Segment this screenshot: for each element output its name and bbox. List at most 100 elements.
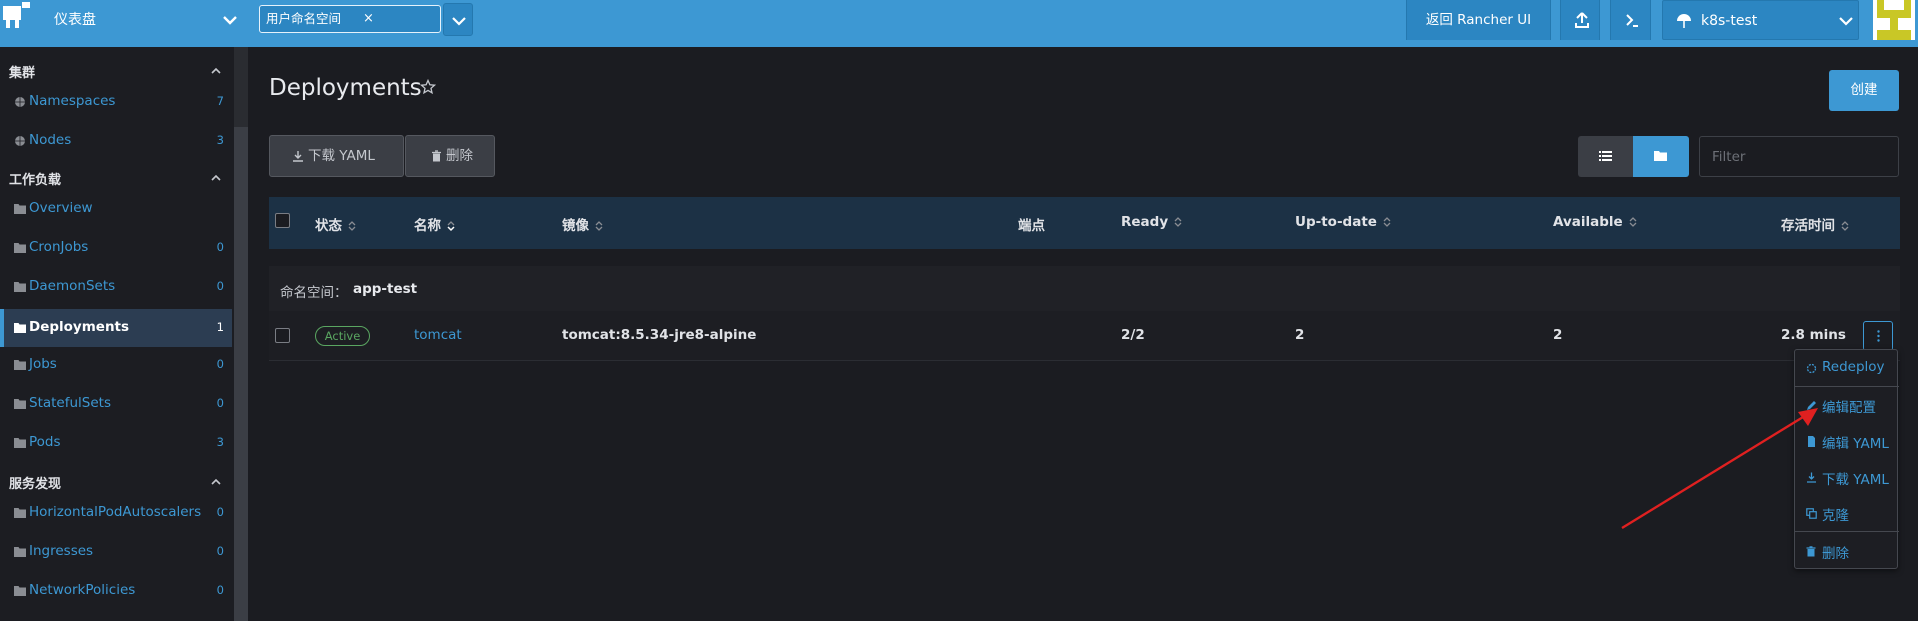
globe-icon: [15, 136, 25, 146]
sort-icon: [1629, 217, 1637, 227]
folder-icon: [14, 204, 26, 214]
sidebar-item-label: Namespaces: [29, 93, 116, 109]
up-to-date-cell: 2: [1295, 327, 1305, 343]
sidebar-item-deployments[interactable]: Deployments 1: [0, 309, 232, 347]
sidebar-item-overview[interactable]: Overview: [0, 190, 232, 228]
column-header-state[interactable]: 状态: [315, 214, 356, 234]
sidebar-item-label: Ingresses: [29, 543, 94, 559]
column-header-available[interactable]: Available: [1553, 214, 1637, 230]
trash-icon: [1806, 546, 1816, 557]
row-checkbox[interactable]: [275, 328, 290, 343]
group-by-namespace-button[interactable]: [1633, 136, 1689, 177]
available-cell: 2: [1553, 327, 1563, 343]
menu-item-label: 删除: [1822, 546, 1849, 562]
cluster-icon: [1677, 14, 1691, 28]
column-header-age[interactable]: 存活时间: [1781, 214, 1849, 234]
download-icon: [293, 151, 303, 162]
flat-list-view-button[interactable]: [1578, 136, 1633, 177]
sort-icon: [1383, 217, 1391, 227]
select-all-checkbox[interactable]: [275, 213, 290, 228]
sidebar-item-ingresses[interactable]: Ingresses 0: [0, 533, 232, 571]
namespace-tag: 用户命名空间: [266, 11, 342, 26]
menu-item-label: 编辑配置: [1822, 400, 1876, 416]
menu-separator: [1795, 386, 1899, 387]
delete-button[interactable]: 删除: [405, 135, 495, 177]
kubectl-shell-button[interactable]: [1610, 0, 1651, 40]
sort-icon: [348, 221, 356, 231]
namespace-filter[interactable]: 用户命名空间 ×: [259, 5, 441, 33]
folder-icon: [14, 243, 26, 253]
sidebar-item-networkpolicies[interactable]: NetworkPolicies 0: [0, 572, 232, 610]
sidebar-item-count: 0: [216, 583, 224, 597]
rancher-logo-icon[interactable]: [0, 0, 34, 47]
folder-icon: [14, 399, 26, 409]
row-actions-button[interactable]: [1863, 321, 1893, 351]
menu-item-label: 下载 YAML: [1822, 472, 1889, 488]
sidebar-item-label: StatefulSets: [29, 395, 111, 411]
folder-icon: [14, 360, 26, 370]
dashboard-title[interactable]: 仪表盘: [54, 0, 96, 40]
folder-icon: [14, 547, 26, 557]
download-yaml-button[interactable]: 下载 YAML: [269, 135, 404, 177]
folder-icon: [1654, 151, 1667, 161]
sidebar-item-count: 3: [216, 133, 224, 147]
column-header-label: 状态: [315, 218, 342, 234]
table-header: 状态 名称 镜像 端点 Ready Up-to-date Available 存…: [269, 197, 1900, 249]
annotation-arrow-icon: [1621, 408, 1818, 530]
sidebar-item-statefulsets[interactable]: StatefulSets 0: [0, 385, 232, 423]
menu-item-delete[interactable]: 删除: [1795, 534, 1899, 568]
menu-item-redeploy[interactable]: Redeploy: [1795, 351, 1899, 385]
image-cell: tomcat:8.5.34-jre8-alpine: [562, 327, 757, 343]
sidebar-item-daemonsets[interactable]: DaemonSets 0: [0, 268, 232, 306]
sidebar-section-workloads[interactable]: 工作负载: [0, 163, 232, 193]
sidebar-section-cluster[interactable]: 集群: [0, 56, 232, 86]
sidebar-item-label: HorizontalPodAutoscalers: [29, 504, 202, 520]
download-yaml-label: 下载 YAML: [308, 148, 375, 164]
column-header-label: Up-to-date: [1295, 214, 1377, 230]
sidebar-item-nodes[interactable]: Nodes 3: [0, 122, 232, 160]
sidebar-item-label: Deployments: [29, 319, 130, 335]
column-header-label: Ready: [1121, 214, 1169, 230]
sidebar-item-cronjobs[interactable]: CronJobs 0: [0, 229, 232, 267]
age-cell: 2.8 mins: [1781, 327, 1846, 343]
sidebar-item-jobs[interactable]: Jobs 0: [0, 346, 232, 384]
user-avatar[interactable]: [1873, 0, 1915, 40]
deployment-name-link[interactable]: tomcat: [414, 327, 462, 343]
redeploy-icon: [1806, 363, 1817, 374]
column-header-up-to-date[interactable]: Up-to-date: [1295, 214, 1391, 230]
sidebar-item-namespaces[interactable]: Namespaces 7: [0, 83, 232, 121]
sidebar-item-count: 0: [216, 544, 224, 558]
upload-button[interactable]: [1560, 0, 1600, 40]
sidebar-item-count: 0: [216, 279, 224, 293]
folder-open-icon: [14, 323, 26, 333]
terminal-icon: [1626, 14, 1638, 27]
sidebar-item-pods[interactable]: Pods 3: [0, 424, 232, 462]
chevron-down-icon: [1839, 17, 1853, 26]
create-button[interactable]: 创建: [1829, 70, 1899, 111]
sidebar-scrollbar[interactable]: [234, 127, 248, 621]
sidebar-item-count: 0: [216, 396, 224, 410]
column-header-label: 名称: [414, 218, 441, 234]
sort-icon: [595, 221, 603, 231]
top-header: 仪表盘 用户命名空间 × 返回 Rancher UI k8s-test: [0, 0, 1918, 47]
status-badge: Active: [315, 326, 370, 346]
sidebar-item-hpa[interactable]: HorizontalPodAutoscalers 0: [0, 494, 232, 532]
cluster-selector[interactable]: k8s-test: [1662, 0, 1859, 40]
column-header-ready[interactable]: Ready: [1121, 214, 1182, 230]
sidebar-item-count: 0: [216, 240, 224, 254]
column-header-image[interactable]: 镜像: [562, 214, 603, 234]
chevron-up-icon: [211, 174, 221, 181]
chevron-up-icon: [211, 478, 221, 485]
back-to-rancher-button[interactable]: 返回 Rancher UI: [1406, 0, 1551, 40]
star-icon[interactable]: [420, 79, 436, 95]
namespace-tag-remove[interactable]: ×: [363, 10, 374, 28]
filter-input[interactable]: [1699, 136, 1899, 177]
sort-icon: [1174, 217, 1182, 227]
column-header-label: 端点: [1018, 218, 1045, 234]
chevron-down-icon[interactable]: [220, 10, 240, 30]
ready-cell: 2/2: [1121, 327, 1145, 343]
column-header-name[interactable]: 名称: [414, 214, 455, 234]
sidebar-section-service-discovery[interactable]: 服务发现: [0, 467, 232, 497]
sidebar-item-count: 3: [216, 435, 224, 449]
namespace-dropdown-button[interactable]: [443, 3, 473, 36]
